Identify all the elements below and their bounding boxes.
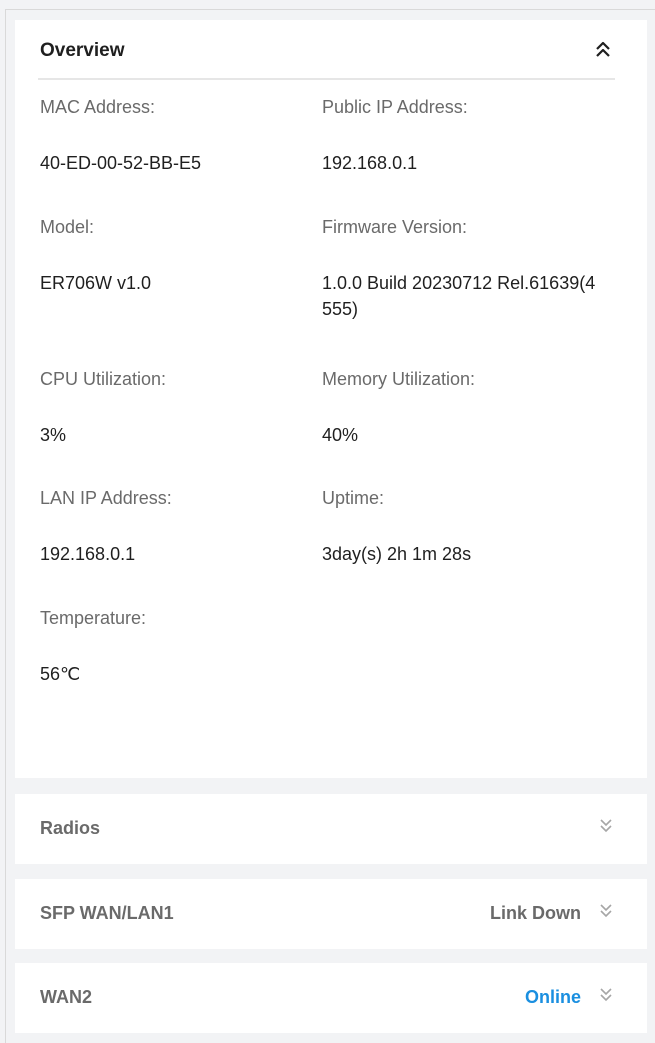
overview-header[interactable]: Overview xyxy=(38,20,615,80)
sfp-wan-lan1-section[interactable]: SFP WAN/LAN1 Link Down xyxy=(15,879,647,949)
temperature-label: Temperature: xyxy=(40,608,147,628)
mac-address-value: 40-ED-00-52-BB-E5 xyxy=(40,153,202,173)
lan-ip-label: LAN IP Address: xyxy=(40,488,172,508)
cpu-utilization-label: CPU Utilization: xyxy=(40,369,167,389)
double-chevron-up-icon[interactable] xyxy=(591,38,615,62)
firmware-version-label: Firmware Version: xyxy=(322,217,468,237)
wan2-section[interactable]: WAN2 Online xyxy=(15,963,647,1033)
uptime-label: Uptime: xyxy=(322,488,385,508)
wan2-status-badge: Online xyxy=(524,987,581,1007)
public-ip-value: 192.168.0.1 xyxy=(322,153,418,173)
model-value: ER706W v1.0 xyxy=(40,273,152,293)
double-chevron-down-icon[interactable] xyxy=(595,983,617,1007)
memory-utilization-label: Memory Utilization: xyxy=(322,369,476,389)
double-chevron-down-icon[interactable] xyxy=(595,814,617,838)
double-chevron-down-icon[interactable] xyxy=(595,899,617,923)
overview-card: Overview MAC Address: Public IP Address:… xyxy=(15,20,647,778)
uptime-value: 3day(s) 2h 1m 28s xyxy=(322,544,472,564)
sfp-status-badge: Link Down xyxy=(490,903,581,923)
model-label: Model: xyxy=(40,217,95,237)
radios-section[interactable]: Radios xyxy=(15,794,647,864)
cpu-utilization-value: 3% xyxy=(40,425,67,445)
radios-title: Radios xyxy=(40,818,101,838)
firmware-version-value: 1.0.0 Build 20230712 Rel.61639(4555) xyxy=(322,273,596,319)
lan-ip-value: 192.168.0.1 xyxy=(40,544,136,564)
memory-utilization-value: 40% xyxy=(322,425,359,445)
temperature-value: 56℃ xyxy=(40,664,81,684)
wan2-title: WAN2 xyxy=(40,987,93,1007)
public-ip-label: Public IP Address: xyxy=(322,97,468,117)
overview-title: Overview xyxy=(40,40,125,61)
sfp-wan-lan1-title: SFP WAN/LAN1 xyxy=(40,903,174,923)
mac-address-label: MAC Address: xyxy=(40,97,156,117)
